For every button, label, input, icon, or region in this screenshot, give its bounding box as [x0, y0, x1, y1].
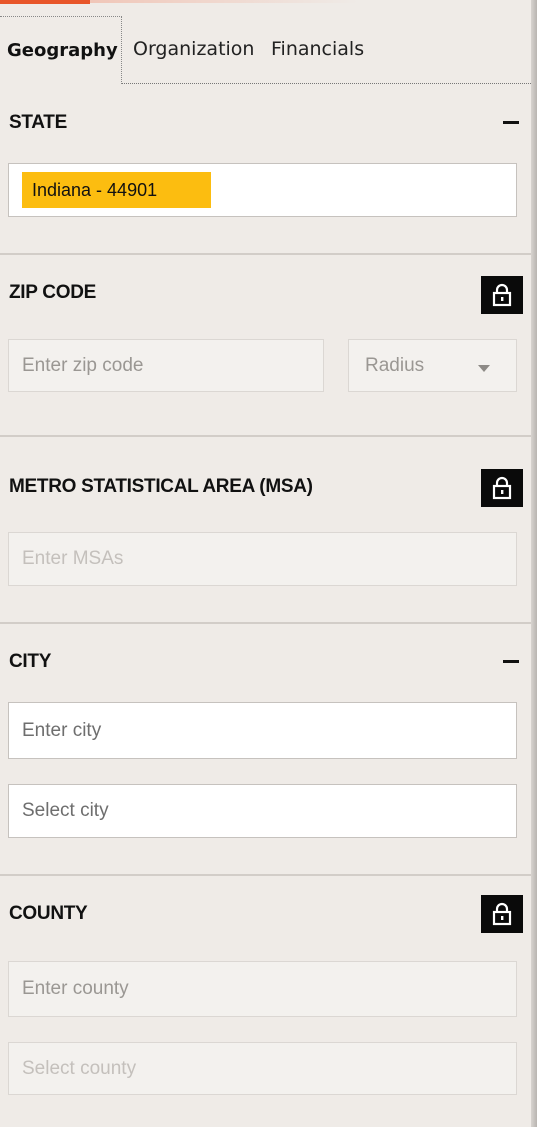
tab-organization[interactable]: Organization	[133, 38, 254, 60]
section-divider	[0, 874, 531, 876]
zip-title: ZIP CODE	[9, 282, 96, 303]
county-select[interactable]: Select county	[8, 1042, 517, 1095]
state-title: STATE	[9, 112, 67, 133]
city-collapse-icon[interactable]	[503, 660, 519, 663]
section-divider	[0, 253, 531, 255]
state-collapse-icon[interactable]	[503, 121, 519, 124]
tab-bar: Geography Organization Financials	[0, 14, 531, 84]
msa-title: METRO STATISTICAL AREA (MSA)	[9, 476, 313, 497]
panel-right-edge	[531, 0, 537, 1127]
city-input-placeholder: Enter city	[22, 719, 102, 741]
tab-financials[interactable]: Financials	[271, 38, 364, 60]
county-lock-icon[interactable]	[481, 895, 523, 933]
zip-radius-placeholder: Radius	[365, 354, 425, 376]
chevron-down-icon	[478, 365, 490, 372]
zip-input-placeholder: Enter zip code	[22, 354, 144, 376]
tab-geography[interactable]: Geography	[0, 16, 122, 84]
top-accent-bar	[0, 0, 90, 4]
section-divider	[0, 435, 531, 437]
state-selected-chip[interactable]: Indiana - 44901	[22, 172, 211, 208]
county-input-placeholder: Enter county	[22, 978, 129, 999]
city-select-placeholder: Select city	[22, 800, 109, 821]
county-input[interactable]: Enter county	[8, 961, 517, 1017]
section-divider	[0, 622, 531, 624]
zip-radius-select[interactable]: Radius	[348, 339, 517, 392]
tab-geography-label: Geography	[7, 40, 118, 61]
county-title: COUNTY	[9, 903, 88, 924]
county-select-placeholder: Select county	[22, 1057, 137, 1079]
zip-lock-icon[interactable]	[481, 276, 523, 314]
top-accent-line	[90, 0, 537, 3]
city-title: CITY	[9, 651, 52, 672]
city-input[interactable]: Enter city	[8, 702, 517, 759]
city-select[interactable]: Select city	[8, 784, 517, 838]
msa-input[interactable]: Enter MSAs	[8, 532, 517, 586]
tab-baseline	[122, 83, 531, 84]
msa-lock-icon[interactable]	[481, 469, 523, 507]
zip-input[interactable]: Enter zip code	[8, 339, 324, 392]
msa-input-placeholder: Enter MSAs	[22, 548, 124, 569]
